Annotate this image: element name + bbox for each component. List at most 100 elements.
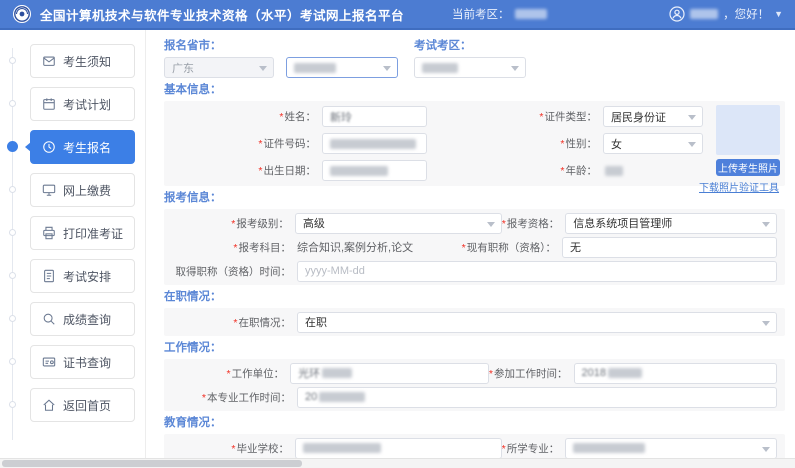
sidebar-item-exam-arrangement[interactable]: 考试安排 xyxy=(9,259,135,293)
sidebar-item-certificate-inquiry[interactable]: 证书查询 xyxy=(9,345,135,379)
download-photo-tool-link[interactable]: 下载照片验证工具 xyxy=(699,179,780,194)
sidebar-item-label: 网上缴费 xyxy=(63,183,112,198)
province-select[interactable]: 广东 xyxy=(164,57,274,78)
timeline-dot xyxy=(9,315,16,322)
upload-photo-button[interactable]: 上传考生照片 xyxy=(716,159,780,176)
section-title-apply: 报考信息： xyxy=(164,192,222,204)
section-title-basic: 基本信息： xyxy=(164,84,222,96)
major-relation-label: *所学专业： xyxy=(501,442,560,455)
redacted-value xyxy=(330,165,388,176)
chevron-down-icon xyxy=(259,66,267,75)
sidebar-item-score-inquiry[interactable]: 成绩查询 xyxy=(9,302,135,336)
chevron-down-icon xyxy=(383,66,391,75)
header: 全国计算机技术与软件专业技术资格（水平）考试网上报名平台 当前考区： ，您好！ … xyxy=(0,0,795,30)
greeting-text: ，您好！ xyxy=(723,9,770,21)
birth-date-input[interactable] xyxy=(322,160,427,181)
subjects-label: *报考科目： xyxy=(233,241,291,254)
level-label: *报考级别： xyxy=(231,217,289,230)
chevron-down-icon[interactable]: ▼ xyxy=(774,9,783,19)
school-label: *毕业学校： xyxy=(231,442,289,455)
employer-label: *工作单位： xyxy=(226,367,285,380)
document-icon xyxy=(42,269,56,283)
birth-date-label: *出生日期： xyxy=(258,165,316,177)
chevron-down-icon xyxy=(762,446,770,456)
field-years-label: *本专业工作时间： xyxy=(201,391,291,404)
apply-info-box: *报考级别： 高级 *报考资格： 信息系统项目管理师 *报考科目： 综合知识,案… xyxy=(164,209,785,285)
region-selectors: 报名省市： 广东 考试考区： xyxy=(164,34,785,78)
sidebar-item-exam-plan[interactable]: 考试计划 xyxy=(9,87,135,121)
site-logo-icon xyxy=(12,4,32,24)
notice-icon xyxy=(42,54,56,68)
current-title-input[interactable]: 无 xyxy=(562,236,777,258)
home-icon xyxy=(42,398,56,412)
sidebar-item-label: 打印准考证 xyxy=(63,226,124,241)
sidebar-item-print-ticket[interactable]: 打印准考证 xyxy=(9,216,135,250)
work-box: *工作单位： 光环 *参加工作时间： 2018 *本专业工作时间： 20 xyxy=(164,359,785,411)
exam-area-select[interactable] xyxy=(414,57,526,78)
chevron-down-icon xyxy=(688,142,696,151)
main-content: 报名省市： 广东 考试考区： 基本信息： *姓名： 新玲 *证件类型： 居民身份… xyxy=(145,30,795,468)
title-time-input[interactable]: yyyy-MM-dd xyxy=(297,260,777,282)
redacted-value xyxy=(319,392,366,402)
timeline-dot-active xyxy=(7,141,18,152)
current-area-label: 当前考区： xyxy=(452,9,510,21)
photo-column: 上传考生照片 下载照片验证工具 xyxy=(699,105,780,194)
employment-status-select[interactable]: 在职 xyxy=(297,311,777,333)
candidate-photo-placeholder xyxy=(716,105,780,155)
calendar-icon xyxy=(42,97,56,111)
sidebar-item-notice[interactable]: 考生须知 xyxy=(9,44,135,78)
id-type-select[interactable]: 居民身份证 xyxy=(603,106,703,127)
work-start-input[interactable]: 2018 xyxy=(573,362,777,384)
title-time-label: 取得职称（资格）时间： xyxy=(175,265,292,278)
age-label: *年龄： xyxy=(560,165,597,177)
qualification-select[interactable]: 信息系统项目管理师 xyxy=(565,212,777,234)
redacted-value xyxy=(607,368,642,378)
major-relation-select[interactable] xyxy=(565,437,777,459)
section-title-employment: 在职情况： xyxy=(164,291,222,303)
sidebar-item-payment[interactable]: 网上缴费 xyxy=(9,173,135,207)
redacted-value xyxy=(294,62,336,73)
qualification-label: *报考资格： xyxy=(501,217,560,230)
sidebar-item-registration[interactable]: 考生报名 xyxy=(7,130,135,164)
redacted-value xyxy=(422,62,458,73)
exam-area-group: 考试考区： xyxy=(414,34,526,78)
redacted-value xyxy=(330,138,416,149)
redacted-username xyxy=(690,9,719,19)
sidebar-item-label: 返回首页 xyxy=(63,398,112,413)
horizontal-scrollbar-thumb[interactable] xyxy=(2,460,302,467)
sidebar-item-label: 考生报名 xyxy=(63,140,112,155)
work-start-label: *参加工作时间： xyxy=(488,367,568,380)
level-select[interactable]: 高级 xyxy=(294,212,502,234)
user-menu[interactable]: ，您好！ ▼ xyxy=(669,6,783,22)
sidebar-item-home[interactable]: 返回首页 xyxy=(9,388,135,422)
gender-label: *性别： xyxy=(560,138,597,150)
chevron-down-icon xyxy=(688,115,696,124)
name-input[interactable]: 新玲 xyxy=(322,106,427,127)
current-title-label: *现有职称（资格）： xyxy=(461,241,556,254)
exam-area-label: 考试考区： xyxy=(414,40,472,52)
employment-status-label: *在职情况： xyxy=(233,316,291,329)
search-icon xyxy=(42,312,56,326)
subjects-value: 综合知识,案例分析,论文 xyxy=(297,242,414,254)
redacted-value xyxy=(322,368,353,378)
id-number-input[interactable] xyxy=(322,133,427,154)
timeline-dot xyxy=(9,272,16,279)
gender-select[interactable]: 女 xyxy=(603,133,703,154)
section-title-work: 工作情况： xyxy=(164,342,222,354)
horizontal-scrollbar[interactable] xyxy=(0,458,795,468)
sidebar: 考生须知 考试计划 考生报名 网上缴费 打印准考证 考试安排 成绩查询 证书查询… xyxy=(0,30,145,468)
monitor-icon xyxy=(42,183,56,197)
timeline-dot xyxy=(9,401,16,408)
timeline-dot xyxy=(9,186,16,193)
city-select[interactable] xyxy=(286,57,398,78)
field-years-input[interactable]: 20 xyxy=(297,386,777,408)
clock-icon xyxy=(42,140,56,154)
user-icon xyxy=(669,6,685,22)
basic-info-box: *姓名： 新玲 *证件类型： 居民身份证 *证件号码： *性别： 女 *出生日期… xyxy=(164,101,785,194)
employer-input[interactable]: 光环 xyxy=(290,362,489,384)
name-label: *姓名： xyxy=(279,111,316,123)
timeline-dot xyxy=(9,358,16,365)
school-input[interactable] xyxy=(294,437,502,459)
redacted-value xyxy=(302,443,381,453)
chevron-down-icon xyxy=(486,221,495,231)
